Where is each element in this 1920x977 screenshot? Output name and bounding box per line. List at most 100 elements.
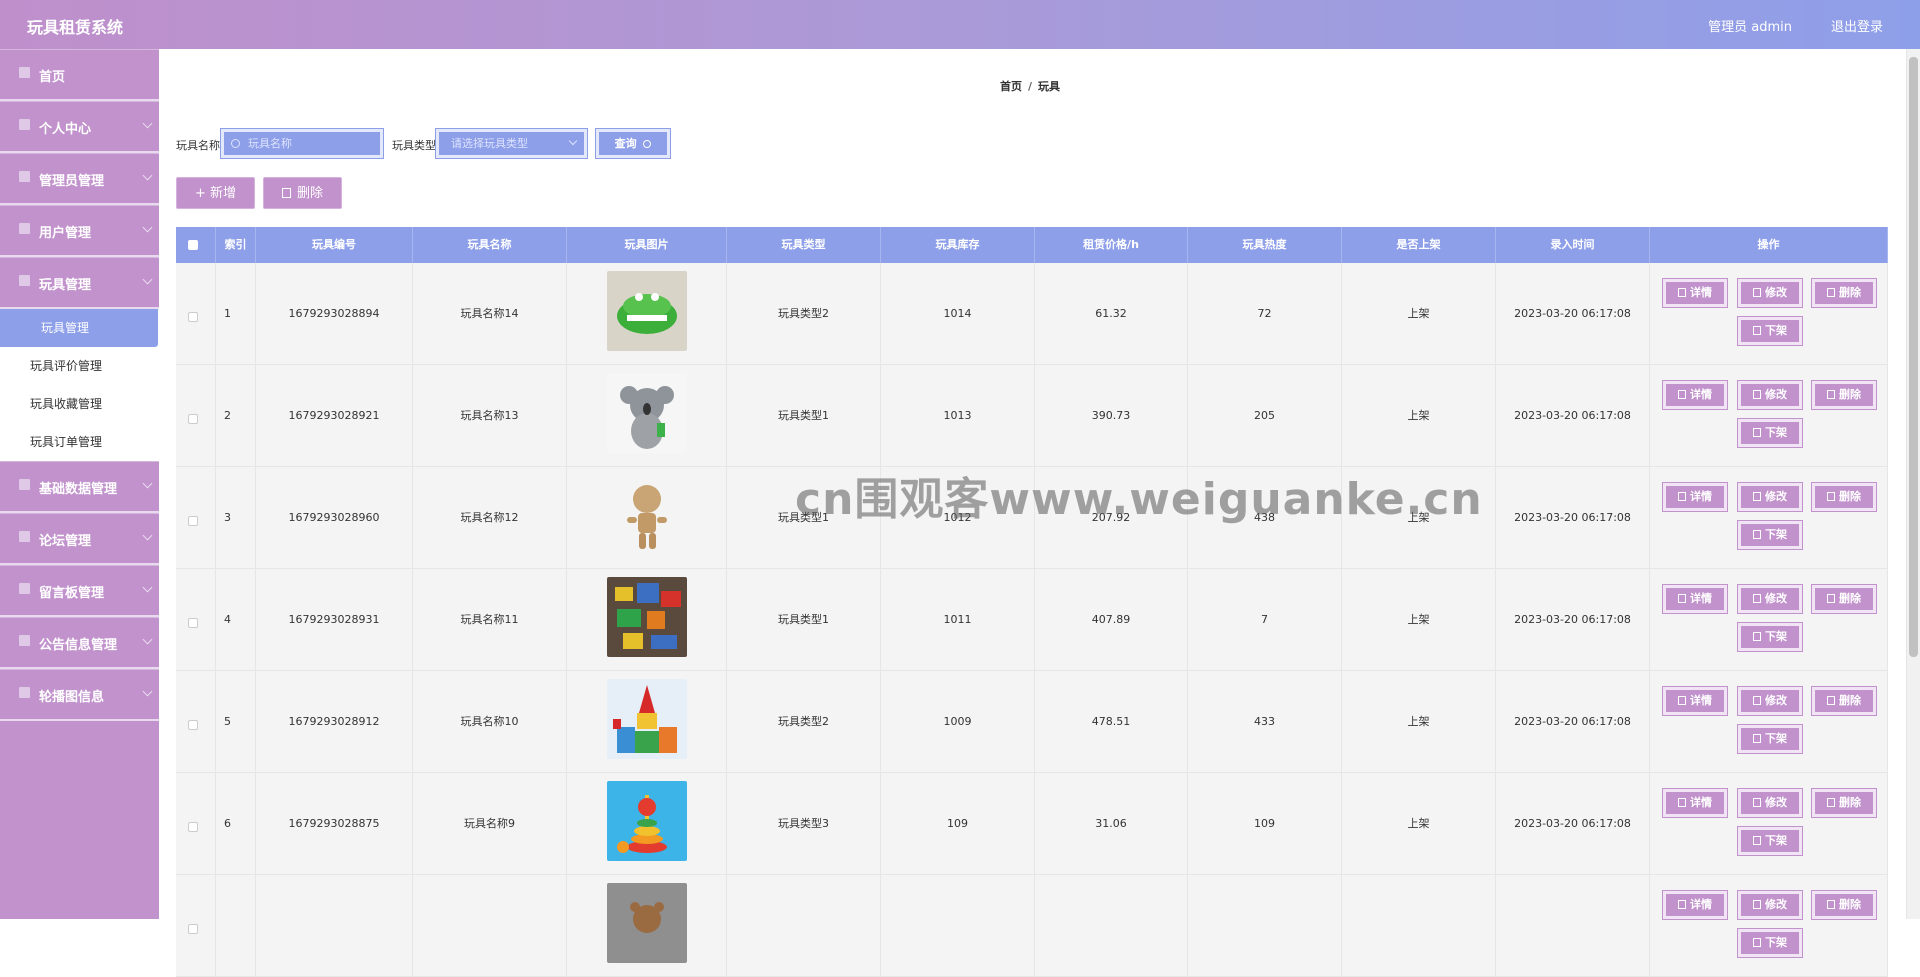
- detail-button[interactable]: 详情: [1662, 584, 1728, 614]
- row-checkbox[interactable]: [188, 822, 198, 832]
- cell-time: 2023-03-20 06:17:08: [1496, 365, 1650, 466]
- row-checkbox[interactable]: [188, 414, 198, 424]
- sidebar-item-6[interactable]: 论坛管理: [0, 513, 159, 565]
- column-header: 玩具库存: [881, 227, 1035, 263]
- column-header[interactable]: [176, 227, 216, 263]
- offshelf-button[interactable]: 下架: [1737, 316, 1803, 346]
- offshelf-button[interactable]: 下架: [1737, 418, 1803, 448]
- sidebar-item-label: 公告信息管理: [39, 638, 118, 653]
- submenu-item-3[interactable]: 玩具订单管理: [0, 423, 159, 461]
- cell-time: 2023-03-20 06:17:08: [1496, 671, 1650, 772]
- row-checkbox[interactable]: [188, 516, 198, 526]
- detail-button[interactable]: 详情: [1662, 482, 1728, 512]
- cell-code: 1679293028931: [256, 569, 413, 670]
- edit-icon: [1753, 900, 1761, 909]
- add-button[interactable]: + 新增: [176, 177, 255, 209]
- row-checkbox[interactable]: [188, 312, 198, 322]
- query-button[interactable]: 查询: [595, 128, 671, 159]
- row-checkbox-cell: [176, 875, 216, 976]
- breadcrumb-home[interactable]: 首页: [1000, 80, 1022, 93]
- row-delete-button[interactable]: 删除: [1811, 482, 1877, 512]
- cell-stock: 1011: [881, 569, 1035, 670]
- sidebar-item-2[interactable]: 管理员管理: [0, 153, 159, 205]
- cell-type: 玩具类型3: [727, 773, 881, 874]
- table-row: 详情 修改 删除 下架: [176, 875, 1888, 977]
- detail-button[interactable]: 详情: [1662, 278, 1728, 308]
- cell-time: 2023-03-20 06:17:08: [1496, 773, 1650, 874]
- grid-icon: [19, 687, 30, 698]
- edit-icon: [1753, 696, 1761, 705]
- logout-link[interactable]: 退出登录: [1831, 16, 1883, 35]
- sidebar-item-5[interactable]: 基础数据管理: [0, 461, 159, 513]
- submenu-item-2[interactable]: 玩具收藏管理: [0, 385, 159, 423]
- edit-button[interactable]: 修改: [1737, 686, 1803, 716]
- offshelf-button[interactable]: 下架: [1737, 826, 1803, 856]
- row-delete-button[interactable]: 删除: [1811, 380, 1877, 410]
- operations-cell: 详情 修改 删除 下架: [1650, 671, 1888, 772]
- toy-image[interactable]: [607, 577, 687, 657]
- sidebar-item-0[interactable]: 首页: [0, 49, 159, 101]
- cell-code: 1679293028960: [256, 467, 413, 568]
- document-icon: [1678, 594, 1686, 603]
- offshelf-button[interactable]: 下架: [1737, 622, 1803, 652]
- cell-type: 玩具类型2: [727, 263, 881, 364]
- document-icon: [1678, 696, 1686, 705]
- toy-name-placeholder: 玩具名称: [248, 137, 292, 150]
- toy-image[interactable]: [607, 679, 687, 759]
- cell-time: 2023-03-20 06:17:08: [1496, 569, 1650, 670]
- row-delete-button[interactable]: 删除: [1811, 278, 1877, 308]
- cell-price: 31.06: [1035, 773, 1188, 874]
- toy-name-input[interactable]: 玩具名称: [220, 128, 384, 159]
- select-all-checkbox[interactable]: [188, 240, 198, 250]
- detail-button[interactable]: 详情: [1662, 788, 1728, 818]
- toy-image[interactable]: [607, 475, 687, 555]
- edit-button[interactable]: 修改: [1737, 482, 1803, 512]
- edit-button[interactable]: 修改: [1737, 584, 1803, 614]
- sidebar-item-7[interactable]: 留言板管理: [0, 565, 159, 617]
- row-delete-button[interactable]: 删除: [1811, 686, 1877, 716]
- row-delete-button[interactable]: 删除: [1811, 890, 1877, 920]
- table-header: 索引 玩具编号 玩具名称 玩具图片 玩具类型 玩具库存 租赁价格/h 玩具热度 是否上架 录入时间…: [176, 227, 1888, 263]
- offshelf-button[interactable]: 下架: [1737, 724, 1803, 754]
- cell-status: 上架: [1342, 671, 1496, 772]
- document-icon: [1753, 734, 1761, 743]
- detail-button[interactable]: 详情: [1662, 890, 1728, 920]
- sidebar-item-9[interactable]: 轮播图信息: [0, 669, 159, 721]
- edit-label: 修改: [1765, 796, 1787, 809]
- delete-button[interactable]: 删除: [263, 177, 342, 209]
- row-checkbox[interactable]: [188, 618, 198, 628]
- bar-chart-icon: [19, 171, 30, 182]
- edit-button[interactable]: 修改: [1737, 788, 1803, 818]
- row-checkbox[interactable]: [188, 924, 198, 934]
- sidebar-item-4[interactable]: 玩具管理: [0, 257, 159, 309]
- row-delete-button[interactable]: 删除: [1811, 584, 1877, 614]
- toy-image[interactable]: [607, 271, 687, 351]
- sidebar-item-label: 个人中心: [39, 122, 92, 137]
- edit-button[interactable]: 修改: [1737, 890, 1803, 920]
- detail-button[interactable]: 详情: [1662, 380, 1728, 410]
- submenu-item-1[interactable]: 玩具评价管理: [0, 347, 159, 385]
- main-content: 首页 / 玩具 玩具名称 玩具名称 玩具类型 请选择玩具类型 查询 + 新增 删除 …: [159, 49, 1920, 977]
- row-checkbox[interactable]: [188, 720, 198, 730]
- scrollbar[interactable]: [1906, 49, 1920, 919]
- toy-image[interactable]: [607, 781, 687, 861]
- offshelf-button[interactable]: 下架: [1737, 928, 1803, 958]
- edit-button[interactable]: 修改: [1737, 278, 1803, 308]
- scroll-thumb[interactable]: [1909, 57, 1918, 657]
- sidebar-item-8[interactable]: 公告信息管理: [0, 617, 159, 669]
- sidebar-item-1[interactable]: 个人中心: [0, 101, 159, 153]
- sidebar-item-3[interactable]: 用户管理: [0, 205, 159, 257]
- toy-image[interactable]: [607, 373, 687, 453]
- detail-label: 详情: [1690, 694, 1712, 707]
- submenu-item-0[interactable]: 玩具管理: [0, 309, 158, 347]
- row-delete-button[interactable]: 删除: [1811, 788, 1877, 818]
- toy-image[interactable]: [607, 883, 687, 963]
- toy-type-select[interactable]: 请选择玩具类型: [435, 128, 588, 159]
- offshelf-button[interactable]: 下架: [1737, 520, 1803, 550]
- cell-status: 上架: [1342, 365, 1496, 466]
- edit-label: 修改: [1765, 592, 1787, 605]
- document-icon: [1753, 836, 1761, 845]
- edit-button[interactable]: 修改: [1737, 380, 1803, 410]
- detail-button[interactable]: 详情: [1662, 686, 1728, 716]
- cell-name: 玩具名称14: [413, 263, 567, 364]
